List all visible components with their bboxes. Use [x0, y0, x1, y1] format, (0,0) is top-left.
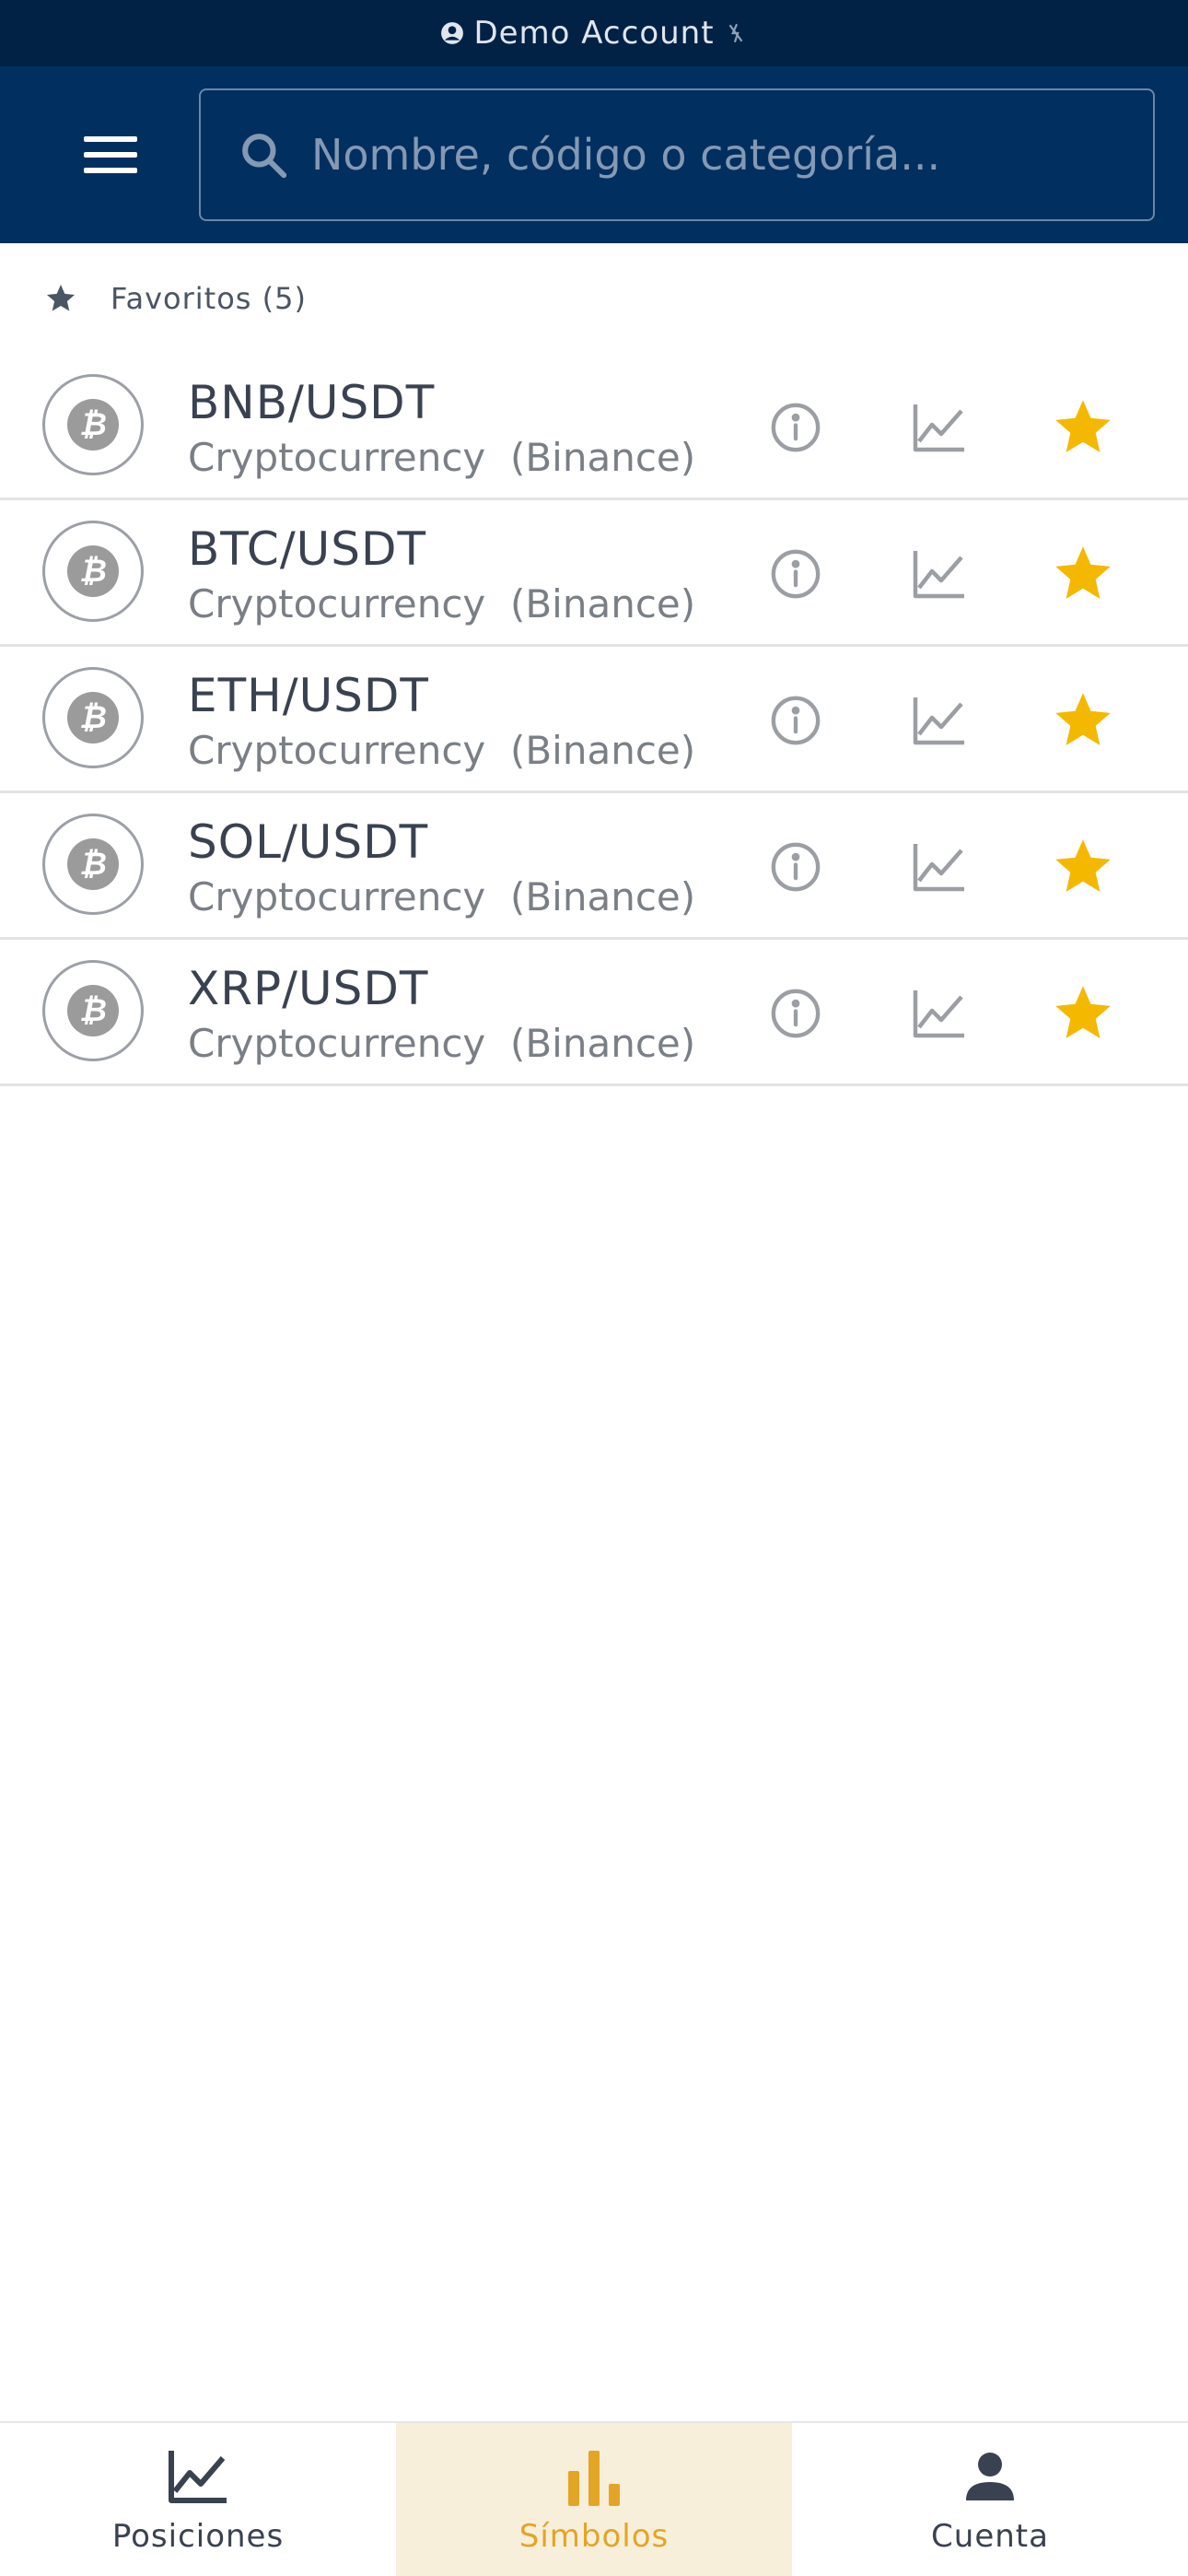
chart-button[interactable]: [904, 539, 974, 609]
star-filled-icon: [1055, 986, 1111, 1038]
symbol-list: ₿ BNB/USDT Cryptocurrency (Binance) ₿ BT…: [0, 354, 1188, 1086]
favorite-toggle[interactable]: [1048, 392, 1118, 463]
symbol-name: BNB/USDT: [188, 376, 436, 429]
star-filled-icon: [1055, 839, 1111, 892]
account-label: Demo Account: [473, 15, 715, 52]
symbol-exchange: (Binance): [509, 874, 696, 919]
person-icon: [964, 2444, 1016, 2509]
symbol-category-text: Cryptocurrency: [188, 874, 486, 919]
line-chart-icon: [913, 990, 964, 1038]
bitcoin-icon: ₿: [67, 399, 119, 451]
nav-symbols-label: Símbolos: [518, 2518, 670, 2555]
bitcoin-icon: ₿: [67, 985, 119, 1036]
star-filled-icon: [1055, 400, 1111, 452]
bar-chart-icon: [566, 2444, 622, 2509]
nav-account-label: Cuenta: [931, 2518, 1049, 2555]
bitcoin-icon: ₿: [67, 838, 119, 890]
symbol-row[interactable]: ₿ SOL/USDT Cryptocurrency (Binance): [0, 793, 1188, 940]
search-box[interactable]: [199, 88, 1155, 221]
nav-symbols[interactable]: Símbolos: [396, 2423, 792, 2576]
bottom-navigation: Posiciones Símbolos Cuenta: [0, 2421, 1188, 2576]
info-icon: [771, 989, 821, 1038]
symbol-category: Cryptocurrency (Binance): [188, 1021, 695, 1066]
symbol-category-text: Cryptocurrency: [188, 435, 486, 480]
bitcoin-icon: ₿: [67, 545, 119, 597]
symbol-category-text: Cryptocurrency: [188, 581, 486, 626]
symbol-category: Cryptocurrency (Binance): [188, 728, 695, 773]
favorite-toggle[interactable]: [1048, 832, 1118, 902]
info-button[interactable]: [761, 539, 831, 609]
info-button[interactable]: [761, 978, 831, 1048]
menu-button[interactable]: [66, 122, 155, 188]
hamburger-menu-icon: [84, 136, 137, 173]
line-chart-icon: [913, 551, 964, 599]
chart-button[interactable]: [904, 832, 974, 902]
info-icon: [771, 842, 821, 892]
line-chart-icon: [913, 404, 964, 452]
coin-avatar: ₿: [42, 814, 144, 915]
star-filled-icon: [1055, 546, 1111, 599]
symbol-row[interactable]: ₿ ETH/USDT Cryptocurrency (Binance): [0, 647, 1188, 793]
coin-avatar: ₿: [42, 960, 144, 1061]
app-header: [0, 66, 1188, 243]
star-filled-icon: [1055, 693, 1111, 745]
account-circle-icon: [440, 21, 464, 45]
nav-positions-label: Posiciones: [111, 2518, 285, 2555]
symbol-name: BTC/USDT: [188, 522, 427, 576]
favorite-toggle[interactable]: [1048, 539, 1118, 609]
chart-button[interactable]: [904, 685, 974, 755]
symbol-exchange: (Binance): [509, 581, 696, 626]
coin-avatar: ₿: [42, 374, 144, 475]
symbol-name: XRP/USDT: [188, 962, 429, 1015]
symbol-category-text: Cryptocurrency: [188, 1021, 486, 1066]
symbol-row[interactable]: ₿ XRP/USDT Cryptocurrency (Binance): [0, 940, 1188, 1086]
line-chart-icon: [913, 697, 964, 745]
symbol-exchange: (Binance): [509, 1021, 696, 1066]
favorites-title: Favoritos (5): [111, 281, 307, 316]
nav-positions[interactable]: Posiciones: [0, 2423, 396, 2576]
line-chart-icon: [913, 844, 964, 892]
status-bar: Demo Account: [0, 0, 1188, 66]
search-input[interactable]: [311, 90, 1153, 219]
favorite-toggle[interactable]: [1048, 978, 1118, 1048]
info-button[interactable]: [761, 832, 831, 902]
symbol-category-text: Cryptocurrency: [188, 728, 486, 773]
coin-avatar: ₿: [42, 667, 144, 768]
symbol-row[interactable]: ₿ BNB/USDT Cryptocurrency (Binance): [0, 354, 1188, 500]
favorite-toggle[interactable]: [1048, 685, 1118, 755]
sync-disabled-icon: [724, 21, 748, 45]
info-icon: [771, 696, 821, 745]
symbol-exchange: (Binance): [509, 728, 696, 773]
line-chart-icon: [168, 2444, 228, 2509]
info-icon: [771, 549, 821, 599]
search-icon: [238, 129, 289, 181]
symbol-category: Cryptocurrency (Binance): [188, 581, 695, 626]
info-button[interactable]: [761, 392, 831, 463]
symbol-category: Cryptocurrency (Binance): [188, 435, 695, 480]
info-button[interactable]: [761, 685, 831, 755]
symbol-category: Cryptocurrency (Binance): [188, 874, 695, 919]
bitcoin-icon: ₿: [67, 692, 119, 744]
info-icon: [771, 403, 821, 452]
star-icon: [44, 282, 77, 315]
chart-button[interactable]: [904, 978, 974, 1048]
nav-account[interactable]: Cuenta: [792, 2423, 1188, 2576]
chart-button[interactable]: [904, 392, 974, 463]
symbol-exchange: (Binance): [509, 435, 696, 480]
coin-avatar: ₿: [42, 521, 144, 622]
favorites-header: Favoritos (5): [0, 243, 1188, 354]
symbol-row[interactable]: ₿ BTC/USDT Cryptocurrency (Binance): [0, 500, 1188, 647]
symbol-name: SOL/USDT: [188, 815, 429, 869]
symbol-name: ETH/USDT: [188, 669, 429, 722]
